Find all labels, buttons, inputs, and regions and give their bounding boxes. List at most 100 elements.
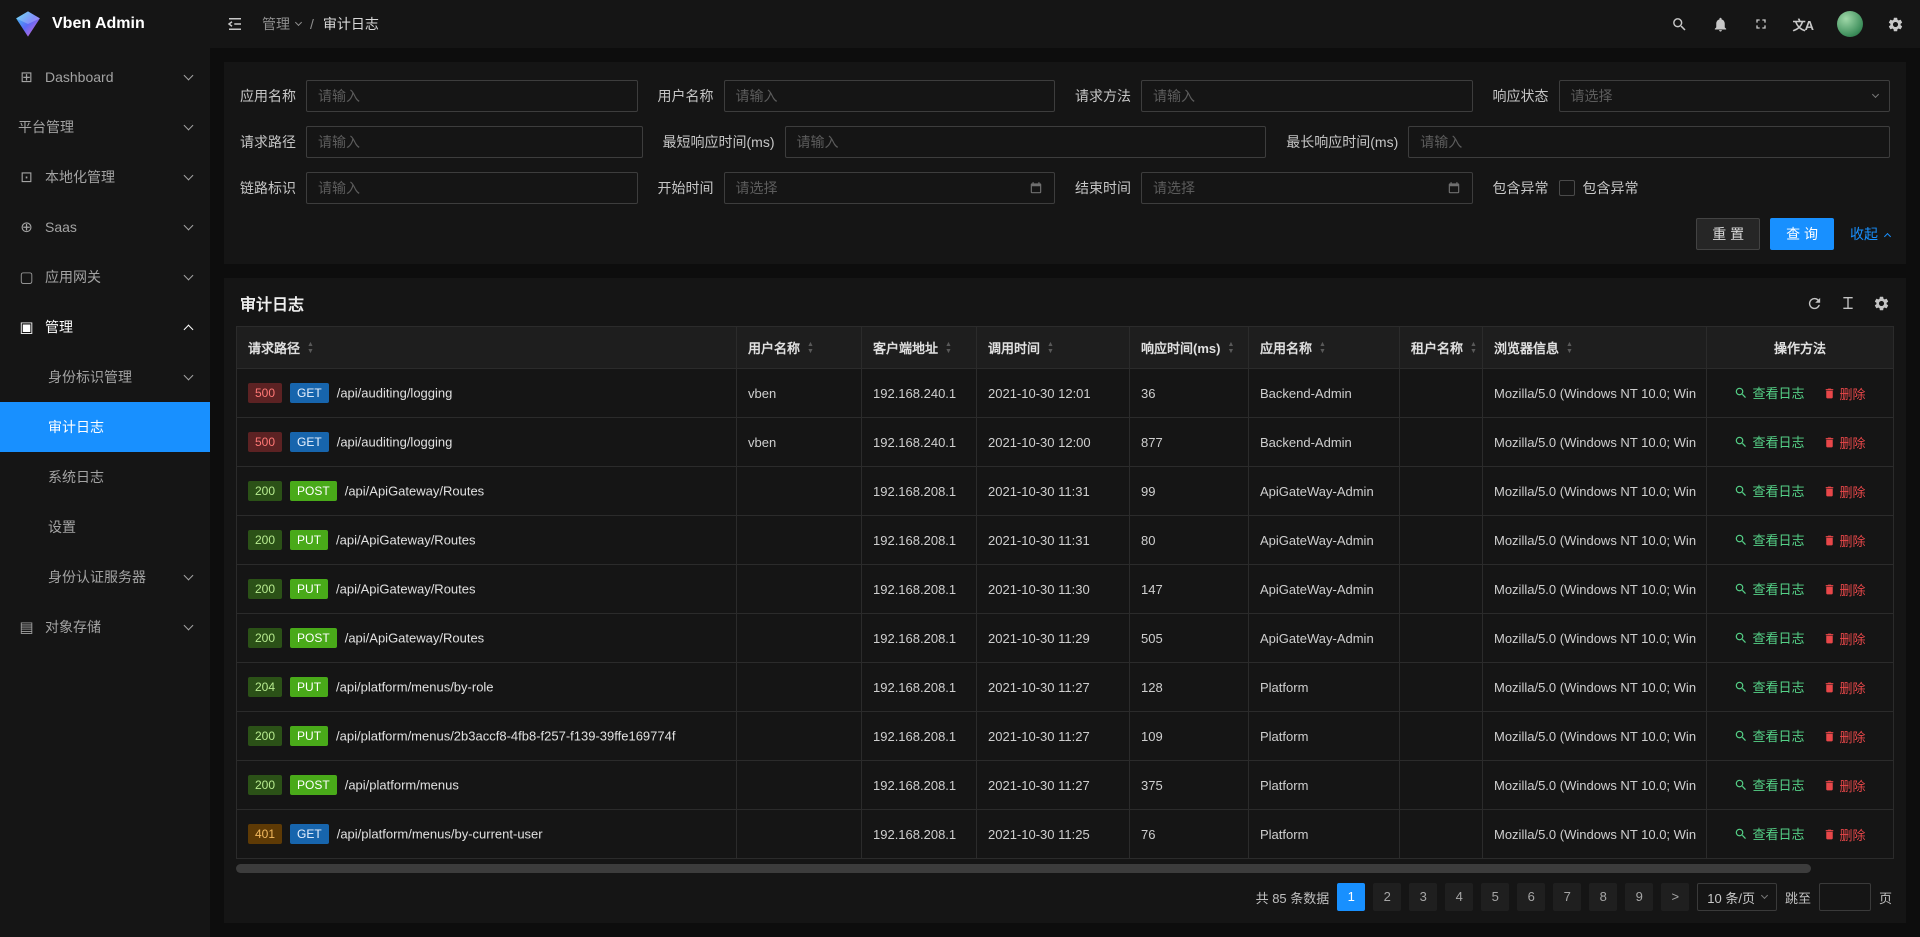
row-height-icon[interactable] bbox=[1840, 295, 1856, 311]
sidebar-item-localization[interactable]: ⊡ 本地化管理 bbox=[0, 152, 210, 202]
next-page-button[interactable]: > bbox=[1661, 883, 1689, 911]
column-header-client-address[interactable]: 客户端地址▲▼ bbox=[862, 327, 977, 369]
sidebar-item-platform[interactable]: 平台管理 bbox=[0, 102, 210, 152]
app-name-input[interactable] bbox=[306, 80, 638, 112]
sidebar-item-admin[interactable]: ▣ 管理 bbox=[0, 302, 210, 352]
trace-id-input[interactable] bbox=[306, 172, 638, 204]
scrollbar-thumb[interactable] bbox=[236, 864, 1811, 873]
sort-icons[interactable]: ▲▼ bbox=[807, 341, 814, 355]
http-method-input[interactable] bbox=[1141, 80, 1473, 112]
row-actions-cell: 查看日志删除 bbox=[1707, 369, 1894, 418]
sidebar-item-audit-log[interactable]: 审计日志 bbox=[0, 402, 210, 452]
view-log-button[interactable]: 查看日志 bbox=[1734, 628, 1804, 647]
app-logo[interactable]: Vben Admin bbox=[0, 0, 210, 48]
delete-button[interactable]: 删除 bbox=[1823, 727, 1866, 746]
page-button-4[interactable]: 4 bbox=[1445, 883, 1473, 911]
column-header-call-time[interactable]: 调用时间▲▼ bbox=[977, 327, 1130, 369]
user-name-input[interactable] bbox=[724, 80, 1056, 112]
delete-icon bbox=[1823, 436, 1836, 449]
field-label: 最短响应时间(ms) bbox=[663, 132, 775, 152]
tenant-name-cell bbox=[1400, 565, 1483, 614]
page-button-3[interactable]: 3 bbox=[1409, 883, 1437, 911]
saas-icon: ⊕ bbox=[18, 218, 35, 236]
sort-icons[interactable]: ▲▼ bbox=[1047, 341, 1054, 355]
view-log-button[interactable]: 查看日志 bbox=[1734, 824, 1804, 843]
start-time-picker[interactable]: 请选择 bbox=[724, 172, 1056, 204]
column-header-tenant-name[interactable]: 租户名称▲▼ bbox=[1400, 327, 1483, 369]
min-response-time-input[interactable] bbox=[785, 126, 1267, 158]
breadcrumb-parent[interactable]: 管理 bbox=[262, 14, 301, 34]
app-name-cell: Platform bbox=[1249, 712, 1400, 761]
page-button-9[interactable]: 9 bbox=[1625, 883, 1653, 911]
response-status-select[interactable]: 请选择 bbox=[1559, 80, 1891, 112]
view-log-button[interactable]: 查看日志 bbox=[1734, 481, 1804, 500]
column-header-browser-info[interactable]: 浏览器信息▲▼ bbox=[1483, 327, 1707, 369]
refresh-icon[interactable] bbox=[1806, 295, 1823, 312]
delete-button[interactable]: 删除 bbox=[1823, 384, 1866, 403]
jump-label: 跳至 bbox=[1785, 888, 1811, 907]
end-time-picker[interactable]: 请选择 bbox=[1141, 172, 1473, 204]
menu-fold-icon[interactable] bbox=[226, 15, 244, 33]
column-header-request-path[interactable]: 请求路径▲▼ bbox=[237, 327, 737, 369]
has-exception-checkbox[interactable] bbox=[1559, 180, 1575, 196]
page-button-1[interactable]: 1 bbox=[1337, 883, 1365, 911]
sort-icons[interactable]: ▲▼ bbox=[1566, 341, 1573, 355]
sidebar-item-system-log[interactable]: 系统日志 bbox=[0, 452, 210, 502]
request-path-input[interactable] bbox=[306, 126, 643, 158]
tenant-name-cell bbox=[1400, 614, 1483, 663]
query-button[interactable]: 查 询 bbox=[1770, 218, 1834, 250]
fullscreen-icon[interactable] bbox=[1753, 16, 1769, 32]
column-header-app-name[interactable]: 应用名称▲▼ bbox=[1249, 327, 1400, 369]
sidebar-item-dashboard[interactable]: ⊞ Dashboard bbox=[0, 52, 210, 102]
sidebar-item-saas[interactable]: ⊕ Saas bbox=[0, 202, 210, 252]
user-name-cell: vben bbox=[737, 418, 862, 467]
sort-icons[interactable]: ▲▼ bbox=[1227, 341, 1234, 355]
delete-button[interactable]: 删除 bbox=[1823, 825, 1866, 844]
jump-page-input[interactable] bbox=[1819, 883, 1871, 911]
page-button-6[interactable]: 6 bbox=[1517, 883, 1545, 911]
view-log-button[interactable]: 查看日志 bbox=[1734, 432, 1804, 451]
search-icon[interactable] bbox=[1671, 16, 1688, 33]
notification-bell-icon[interactable] bbox=[1712, 16, 1729, 33]
column-settings-gear-icon[interactable] bbox=[1873, 295, 1890, 312]
delete-button[interactable]: 删除 bbox=[1823, 482, 1866, 501]
page-button-2[interactable]: 2 bbox=[1373, 883, 1401, 911]
sidebar-item-identity-management[interactable]: 身份标识管理 bbox=[0, 352, 210, 402]
filter-field-request-path: 请求路径 bbox=[240, 126, 643, 158]
delete-button[interactable]: 删除 bbox=[1823, 580, 1866, 599]
row-actions-cell: 查看日志删除 bbox=[1707, 565, 1894, 614]
avatar[interactable] bbox=[1837, 11, 1863, 37]
view-log-button[interactable]: 查看日志 bbox=[1734, 726, 1804, 745]
max-response-time-input[interactable] bbox=[1408, 126, 1890, 158]
view-log-button[interactable]: 查看日志 bbox=[1734, 530, 1804, 549]
delete-button[interactable]: 删除 bbox=[1823, 629, 1866, 648]
sort-icons[interactable]: ▲▼ bbox=[1319, 341, 1326, 355]
page-button-8[interactable]: 8 bbox=[1589, 883, 1617, 911]
column-header-response-time[interactable]: 响应时间(ms)▲▼ bbox=[1130, 327, 1249, 369]
column-header-user-name[interactable]: 用户名称▲▼ bbox=[737, 327, 862, 369]
collapse-link[interactable]: 收起 bbox=[1850, 224, 1890, 244]
sort-icons[interactable]: ▲▼ bbox=[945, 341, 952, 355]
reset-button[interactable]: 重 置 bbox=[1696, 218, 1760, 250]
page-size-select[interactable]: 10 条/页 bbox=[1697, 883, 1777, 911]
sidebar-item-object-storage[interactable]: ▤ 对象存储 bbox=[0, 602, 210, 652]
delete-button[interactable]: 删除 bbox=[1823, 433, 1866, 452]
sort-icons[interactable]: ▲▼ bbox=[307, 341, 314, 355]
delete-button[interactable]: 删除 bbox=[1823, 678, 1866, 697]
page-button-5[interactable]: 5 bbox=[1481, 883, 1509, 911]
page-button-7[interactable]: 7 bbox=[1553, 883, 1581, 911]
view-log-button[interactable]: 查看日志 bbox=[1734, 775, 1804, 794]
gear-icon[interactable] bbox=[1887, 16, 1904, 33]
sort-icons[interactable]: ▲▼ bbox=[1470, 341, 1477, 355]
delete-button[interactable]: 删除 bbox=[1823, 776, 1866, 795]
sidebar-item-auth-server[interactable]: 身份认证服务器 bbox=[0, 552, 210, 602]
view-log-button[interactable]: 查看日志 bbox=[1734, 383, 1804, 402]
view-log-button[interactable]: 查看日志 bbox=[1734, 677, 1804, 696]
sidebar-item-settings[interactable]: 设置 bbox=[0, 502, 210, 552]
delete-button[interactable]: 删除 bbox=[1823, 531, 1866, 550]
translate-icon[interactable]: 文A bbox=[1793, 15, 1813, 34]
sidebar-item-gateway[interactable]: ▢ 应用网关 bbox=[0, 252, 210, 302]
horizontal-scrollbar[interactable] bbox=[236, 864, 1894, 873]
view-log-button[interactable]: 查看日志 bbox=[1734, 579, 1804, 598]
sidebar-item-label: 应用网关 bbox=[45, 267, 101, 287]
